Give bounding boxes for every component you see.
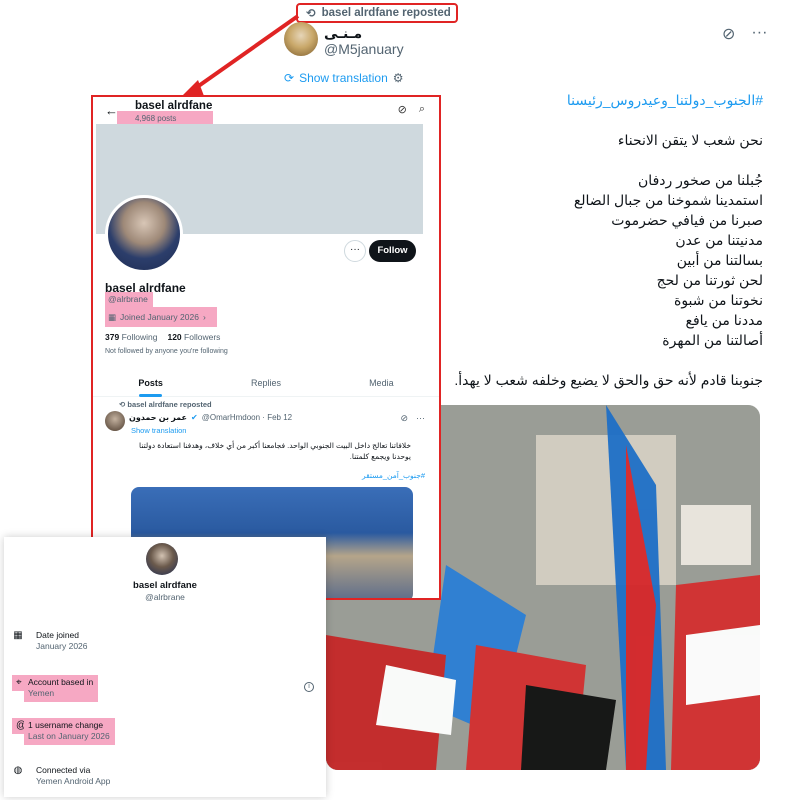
tweet-top-actions: ⊘ ··· [722, 24, 767, 44]
verified-icon: ✔ [191, 413, 198, 422]
tweet-line: بسالتنا من أبين [676, 252, 763, 268]
grok-icon[interactable]: ⊘ [400, 413, 408, 424]
about-row-username-change: @ 1 username change Last on January 2026 [12, 718, 115, 745]
chevron-right-icon: › [202, 312, 206, 322]
about-row-date-joined: ▦ Date joined January 2026 [13, 630, 88, 651]
post-text: خلافاتنا تعالج داخل البيت الجنوبي الواحد… [139, 441, 411, 461]
tweet-closing: جنوبنا قادم لأنه حق والحق لا يضيع وخلفه … [454, 372, 763, 388]
tweet-line: جُبلنا من صخور ردفان [638, 172, 763, 188]
calendar-icon: ▦ [13, 630, 23, 641]
tweet-line: مددنا من يافع [685, 312, 764, 328]
more-icon[interactable]: ··· [416, 413, 425, 424]
following-stat[interactable]: 379 Following [105, 332, 157, 342]
post-author-name: عمر بن حمدون [129, 413, 188, 422]
tweet-line: نخوتنا من شبوة [673, 292, 763, 308]
tweet-line: لحن ثورتنا من لحج [656, 272, 763, 288]
post-author-avatar[interactable] [105, 411, 125, 431]
tweet-line: مدنيتنا من عدن [675, 232, 763, 248]
post-author[interactable]: عمر بن حمدون ✔ @OmarHmdoon · Feb 12 [129, 413, 292, 422]
joined-date[interactable]: ▦ Joined January 2026 › [105, 307, 217, 327]
repost-banner: ⟲ basel alrdfane reposted [296, 3, 458, 23]
tweet-line: نحن شعب لا يتقن الانحناء [617, 132, 763, 148]
post-actions: ⊘ ··· [400, 413, 425, 424]
follow-button[interactable]: Follow [369, 240, 416, 262]
info-icon[interactable]: i [304, 682, 314, 692]
profile-tabs: Posts Replies Media [93, 369, 439, 397]
profile-header-actions: ⊘ ⌕ [398, 103, 425, 116]
tweet-line: أصالتنا من المهرة [662, 332, 763, 348]
profile-avatar[interactable] [105, 195, 183, 273]
about-row-connected-via: ◍ Connected via Yemen Android App [13, 765, 111, 786]
followers-stat[interactable]: 120 Followers [167, 332, 220, 342]
repost-label: ⟲ basel alrdfane reposted [119, 400, 212, 409]
profile-screenshot: ← basel alrdfane 4,968 posts ⊘ ⌕ ··· Fol… [91, 95, 441, 600]
profile-more-button[interactable]: ··· [344, 240, 366, 262]
more-icon[interactable]: ··· [751, 24, 767, 44]
about-handle: @alrbrane [145, 592, 185, 602]
joined-text: Joined January 2026 [120, 312, 199, 322]
author-handle[interactable]: @M5january [324, 41, 404, 57]
tab-media[interactable]: Media [324, 369, 439, 396]
post-handle-date: @OmarHmdoon · Feb 12 [201, 413, 293, 422]
calendar-icon: ▦ [108, 312, 117, 322]
search-icon[interactable]: ⌕ [419, 103, 425, 116]
about-account-panel: basel alrdfane @alrbrane ▦ Date joined Ja… [4, 537, 326, 797]
show-translation-link[interactable]: Show translation [299, 71, 388, 85]
post-show-translation[interactable]: Show translation [131, 426, 186, 435]
tweet-hashtag[interactable]: #الجنوب_دولتنا_وعيدروس_رئيسنا [403, 90, 763, 110]
tweet-line: صبرنا من فيافي حضرموت [611, 212, 763, 228]
profile-handle: @alrbrane [105, 292, 153, 307]
location-icon: ⌖ [12, 675, 24, 691]
settings-icon[interactable]: ⚙ [393, 71, 404, 85]
tab-posts[interactable]: Posts [93, 369, 208, 397]
tweet-text: #الجنوب_دولتنا_وعيدروس_رئيسنا نحن شعب لا… [403, 90, 763, 390]
not-followed-note: Not followed by anyone you're following [105, 348, 228, 355]
follow-stats: 379 Following 120 Followers [105, 332, 220, 342]
grok-icon[interactable]: ⊘ [722, 24, 735, 44]
tab-replies[interactable]: Replies [208, 369, 323, 396]
grok-icon[interactable]: ⊘ [398, 103, 407, 116]
author-name[interactable]: مـنـى [324, 25, 362, 42]
profile-header: ← basel alrdfane 4,968 posts ⊘ ⌕ [93, 97, 439, 132]
about-avatar [146, 543, 178, 575]
tweet-line: استمدينا شموخنا من جبال الضالع [573, 192, 763, 208]
about-row-location: ⌖ Account based in Yemen [12, 675, 99, 702]
repost-banner-text: basel alrdfane reposted [321, 7, 451, 19]
globe-icon: ◍ [13, 765, 23, 776]
about-name: basel alrdfane [133, 580, 197, 591]
at-icon: @ [12, 718, 26, 734]
post-hashtag[interactable]: #جنوب_آمن_مستقر [362, 471, 425, 480]
